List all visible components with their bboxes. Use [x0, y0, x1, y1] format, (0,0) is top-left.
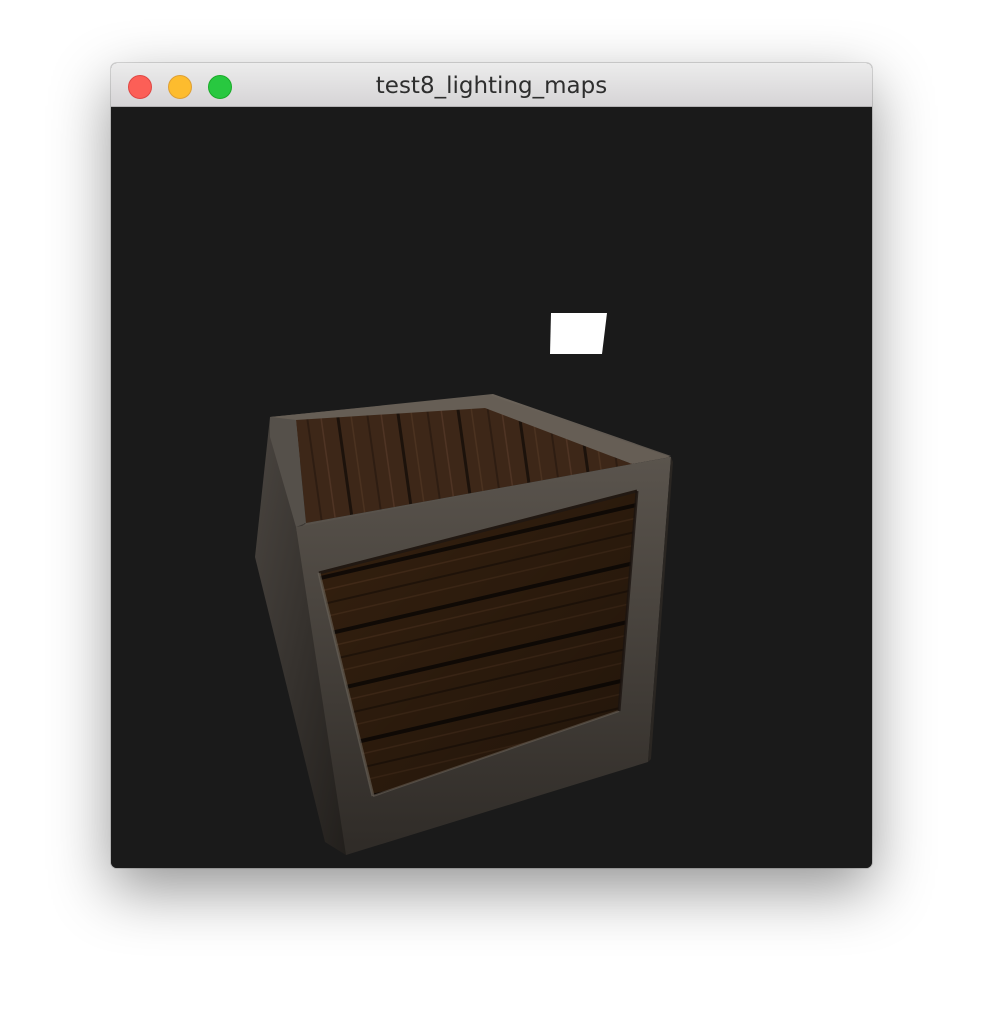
title-bar[interactable]: test8_lighting_maps: [111, 63, 872, 107]
opengl-viewport[interactable]: [111, 107, 872, 868]
window-title: test8_lighting_maps: [375, 73, 608, 99]
light-cube: [550, 313, 607, 354]
app-window: test8_lighting_maps: [111, 63, 872, 868]
scene-render: [255, 313, 673, 855]
wooden-crate: [255, 394, 673, 855]
